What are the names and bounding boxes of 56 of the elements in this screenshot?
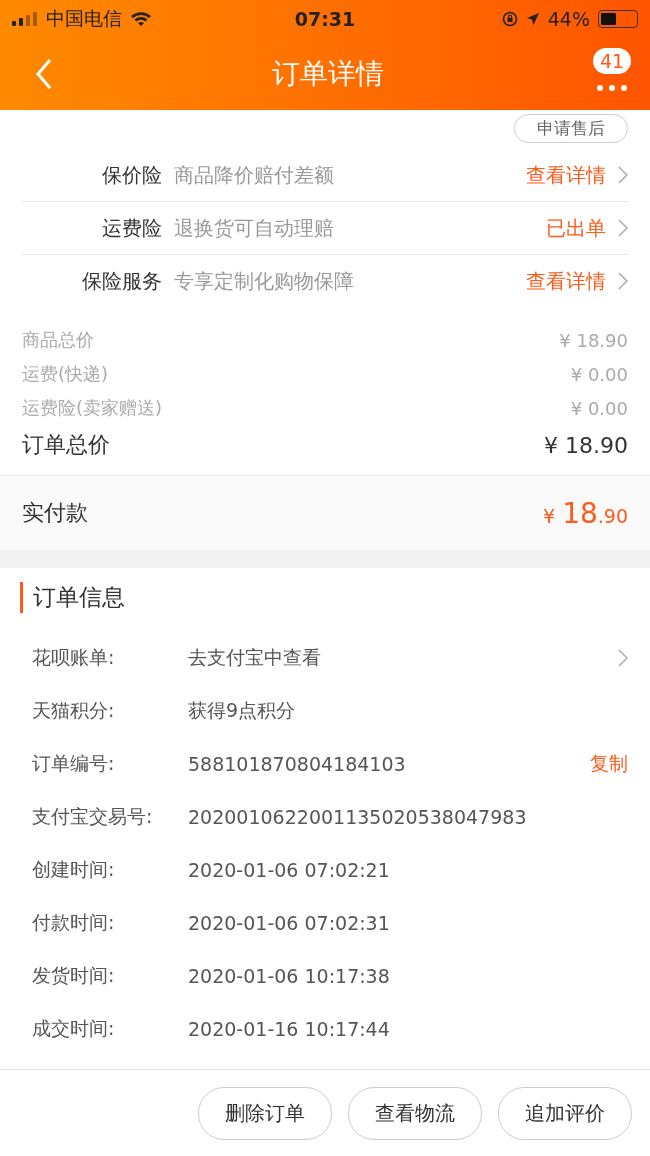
action-button[interactable]: 追加评价 — [498, 1086, 632, 1140]
price-label: 商品总价 — [22, 328, 94, 352]
info-label: 花呗账单: — [32, 644, 116, 670]
section-title: 订单信息 — [20, 582, 628, 613]
price-label: 运费(快递) — [22, 362, 109, 386]
after-sale-button[interactable]: 申请售后 — [514, 114, 628, 143]
copy-link[interactable]: 复制 — [590, 750, 628, 777]
info-label: 订单编号: — [32, 750, 116, 776]
notification-badge: 41 — [592, 48, 632, 74]
paid-label: 实付款 — [22, 499, 88, 527]
order-total-value: ¥ 18.90 — [544, 432, 628, 458]
insurance-label: 运费险 — [101, 214, 162, 242]
price-value: ¥ 0.00 — [570, 363, 628, 385]
battery-percent: 44% — [547, 8, 590, 30]
insurance-label: 保价险 — [101, 161, 162, 189]
insurance-description: 专享定制化购物保障 — [174, 267, 355, 295]
action-button[interactable]: 删除订单 — [198, 1086, 332, 1140]
info-label: 天猫积分: — [32, 697, 116, 723]
info-value: 获得9点积分 — [188, 697, 297, 723]
rotation-lock-icon — [501, 11, 518, 27]
info-label: 创建时间: — [32, 856, 116, 882]
insurance-description: 退换货可自动理赔 — [174, 214, 335, 242]
signal-icon — [12, 12, 38, 26]
info-label: 发货时间: — [32, 962, 116, 988]
info-label: 成交时间: — [32, 1015, 116, 1041]
carrier-name: 中国电信 — [46, 6, 122, 31]
battery-icon — [598, 10, 638, 28]
insurance-label: 保险服务 — [81, 267, 162, 295]
info-value: 2020-01-06 07:02:21 — [188, 858, 391, 881]
insurance-link[interactable]: 查看详情 — [526, 161, 606, 189]
action-button[interactable]: 查看物流 — [348, 1086, 482, 1140]
price-value: ¥ 0.00 — [570, 397, 628, 419]
more-icon[interactable] — [596, 84, 628, 92]
info-value: 2020-01-16 10:17:44 — [188, 1017, 391, 1040]
info-value: 588101870804184103 — [188, 752, 407, 775]
chevron-icon — [618, 219, 628, 237]
info-value[interactable]: 去支付宝中查看 — [188, 644, 533, 671]
info-value: 2020-01-06 10:17:38 — [188, 964, 391, 987]
location-arrow-icon — [525, 12, 540, 26]
price-label: 运费险(卖家赠送) — [22, 396, 163, 420]
clock-time: 07:31 — [294, 8, 356, 30]
info-value: 2020-01-06 07:02:31 — [188, 911, 391, 934]
info-label: 付款时间: — [32, 909, 116, 935]
chevron-icon — [618, 272, 628, 290]
insurance-link[interactable]: 查看详情 — [526, 267, 606, 295]
insurance-link[interactable]: 已出单 — [546, 214, 606, 242]
info-value: 2020010622001135020538047983 — [188, 805, 528, 828]
info-label: 支付宝交易号: — [32, 803, 154, 829]
wifi-icon — [130, 11, 152, 27]
paid-amount: ¥ 18.90 — [543, 496, 628, 530]
insurance-description: 商品降价赔付差额 — [174, 161, 335, 189]
price-value: ¥ 18.90 — [559, 329, 628, 351]
chevron-icon — [618, 166, 628, 184]
order-total-label: 订单总价 — [22, 431, 110, 459]
chevron-icon[interactable] — [618, 648, 628, 667]
page-title: 订单详情 — [272, 56, 384, 92]
